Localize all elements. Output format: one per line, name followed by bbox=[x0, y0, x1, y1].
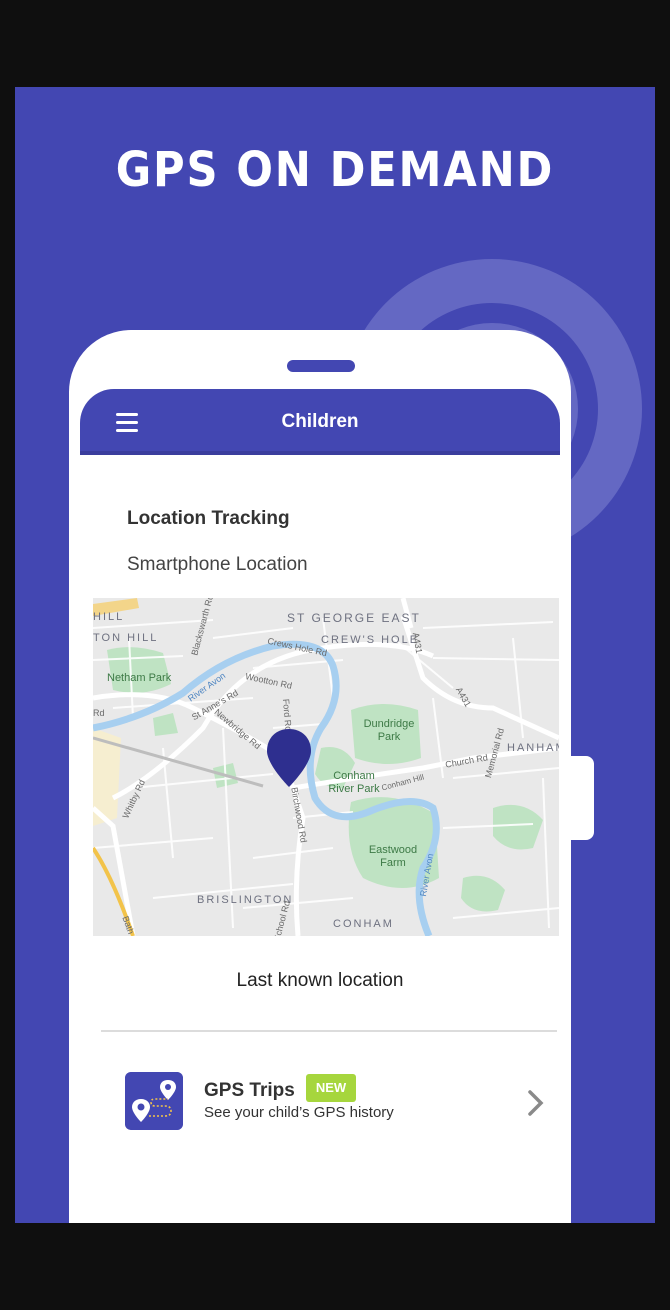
bottom-frame bbox=[0, 1223, 670, 1310]
location-pin-icon bbox=[267, 729, 311, 787]
map-label: TON HILL bbox=[93, 632, 159, 644]
map-label: Conham River Park bbox=[328, 770, 380, 795]
map-label: BRISLINGTON bbox=[197, 894, 294, 906]
phone-frame: Children Location Tracking Smartphone Lo… bbox=[69, 330, 571, 1230]
map-label: Rd bbox=[93, 708, 105, 718]
map-label: Netham Park bbox=[107, 672, 172, 684]
map-label: HANHAM bbox=[507, 742, 559, 754]
gps-trips-subtitle: See your child’s GPS history bbox=[204, 1104, 394, 1121]
headline: GPS ON DEMAND bbox=[115, 142, 555, 198]
phone-speaker bbox=[287, 360, 355, 372]
side-tab-right bbox=[570, 756, 594, 840]
section-title: Location Tracking bbox=[127, 508, 290, 529]
gps-trips-title: GPS Trips bbox=[204, 1080, 295, 1101]
app-bar-title: Children bbox=[281, 411, 359, 432]
divider bbox=[101, 1030, 557, 1032]
section-subtitle: Smartphone Location bbox=[127, 554, 308, 575]
map-label: CONHAM bbox=[333, 918, 394, 930]
map-label: ST GEORGE EAST bbox=[287, 611, 421, 625]
last-known-location-label: Last known location bbox=[236, 970, 404, 991]
gps-trips-icon bbox=[125, 1072, 183, 1130]
gps-trips-row[interactable]: GPS Trips NEW See your child’s GPS histo… bbox=[125, 1070, 555, 1130]
map-label: CREW'S HOLE bbox=[321, 634, 420, 646]
new-badge: NEW bbox=[306, 1074, 356, 1102]
map-label: Dundridge Park bbox=[363, 718, 415, 743]
location-map[interactable]: ST GEORGE EAST CREW'S HOLE HILL TON HILL… bbox=[93, 598, 559, 936]
app-bar: Children bbox=[80, 389, 560, 455]
chevron-right-icon[interactable] bbox=[525, 1088, 547, 1118]
map-label: Eastwood Farm bbox=[368, 844, 418, 869]
map-label: HILL bbox=[93, 611, 125, 623]
